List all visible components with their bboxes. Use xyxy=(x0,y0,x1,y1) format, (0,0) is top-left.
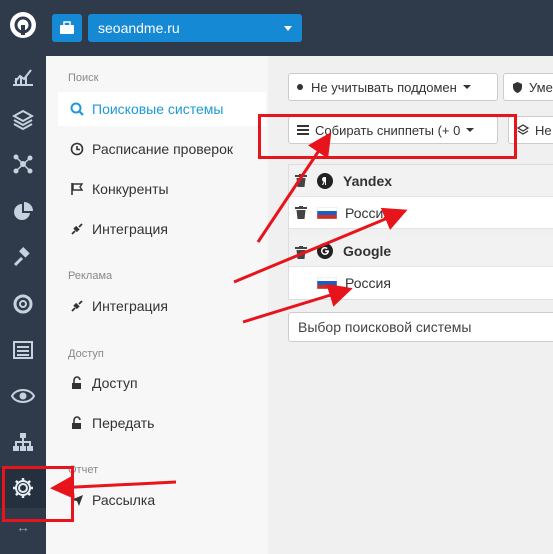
menu-item-label: Рассылка xyxy=(92,492,156,508)
region-row: Россия xyxy=(289,197,553,229)
briefcase-icon xyxy=(60,21,74,34)
second-select[interactable]: Уме xyxy=(503,73,553,101)
menu-item-label: Доступ xyxy=(92,375,138,391)
subdomain-select-label: Не учитывать поддомен xyxy=(311,79,457,95)
section-title-access: Доступ xyxy=(68,348,104,360)
menu-item-access[interactable]: Доступ xyxy=(58,366,266,400)
engine-name: Google xyxy=(343,242,392,259)
project-name: seoandme.ru xyxy=(98,20,180,36)
region-name: Россия xyxy=(345,204,391,221)
russia-flag-icon xyxy=(317,206,337,219)
menu-item-search-engines[interactable]: Поисковые системы xyxy=(58,92,266,126)
engine-name: Yandex xyxy=(343,172,393,189)
chevron-down-icon xyxy=(284,26,292,31)
layers-icon[interactable] xyxy=(0,100,46,140)
dot-icon xyxy=(297,84,303,90)
menu-item-transfer[interactable]: Передать xyxy=(58,406,266,440)
shield-icon xyxy=(513,82,522,93)
gavel-icon[interactable] xyxy=(0,238,46,278)
menu-item-schedule[interactable]: Расписание проверок xyxy=(58,132,266,166)
flag-icon xyxy=(68,182,86,196)
network-icon[interactable] xyxy=(0,144,46,184)
engine-header-google: Google xyxy=(289,229,553,267)
sitemap-icon[interactable] xyxy=(0,422,46,462)
trash-icon[interactable] xyxy=(295,246,307,262)
menu-item-label: Конкуренты xyxy=(92,181,169,197)
menu-item-integration-ads[interactable]: Интеграция xyxy=(58,289,266,323)
trash-icon[interactable] xyxy=(295,174,307,190)
plug-icon xyxy=(68,299,86,313)
region-row: Россия xyxy=(289,267,553,299)
lifebuoy-icon[interactable] xyxy=(0,284,46,324)
russia-flag-icon xyxy=(317,277,337,289)
subdomain-select[interactable]: Не учитывать поддомен xyxy=(288,73,498,101)
engine-select[interactable]: Выбор поисковой системы xyxy=(288,312,553,342)
menu-item-label: Расписание проверок xyxy=(92,141,233,157)
second-select-label: Уме xyxy=(529,79,553,95)
menu-item-competitors[interactable]: Конкуренты xyxy=(58,172,266,206)
menu-item-label: Поисковые системы xyxy=(92,101,224,117)
chevron-down-icon xyxy=(462,85,471,89)
fourth-select-label: Не xyxy=(535,122,552,138)
unlock-icon xyxy=(68,376,86,390)
project-select[interactable]: seoandme.ru xyxy=(88,14,302,42)
projects-button[interactable] xyxy=(52,14,82,42)
engine-header-yandex: Yandex xyxy=(289,165,553,197)
search-icon xyxy=(68,102,86,116)
menu-item-label: Интеграция xyxy=(92,298,168,314)
plug-icon xyxy=(68,222,86,236)
annotation-box-snippets xyxy=(258,114,517,159)
unlock-icon xyxy=(68,416,86,430)
top-bar: seoandme.ru xyxy=(46,0,553,56)
pie-chart-icon[interactable] xyxy=(0,192,46,232)
menu-item-mailing[interactable]: Рассылка xyxy=(58,483,266,517)
section-title-ads: Реклама xyxy=(68,270,113,282)
chart-icon[interactable] xyxy=(0,56,46,96)
logo-icon[interactable] xyxy=(0,0,46,50)
layers-icon xyxy=(517,124,529,135)
menu-item-label: Интеграция xyxy=(92,221,168,237)
yandex-logo-icon xyxy=(317,172,333,189)
section-title-search: Поиск xyxy=(68,72,99,84)
list-icon[interactable] xyxy=(0,330,46,370)
eye-icon[interactable] xyxy=(0,376,46,416)
engines-table: Yandex Россия Google Россия xyxy=(288,164,553,300)
trash-icon[interactable] xyxy=(295,206,307,222)
clock-icon xyxy=(68,142,86,156)
region-name: Россия xyxy=(345,275,391,291)
menu-item-integration-search[interactable]: Интеграция xyxy=(58,212,266,246)
settings-menu: Поиск Поисковые системы Расписание прове… xyxy=(46,56,268,554)
annotation-box-settings xyxy=(2,466,74,522)
google-logo-icon xyxy=(317,242,333,259)
menu-item-label: Передать xyxy=(92,415,155,431)
